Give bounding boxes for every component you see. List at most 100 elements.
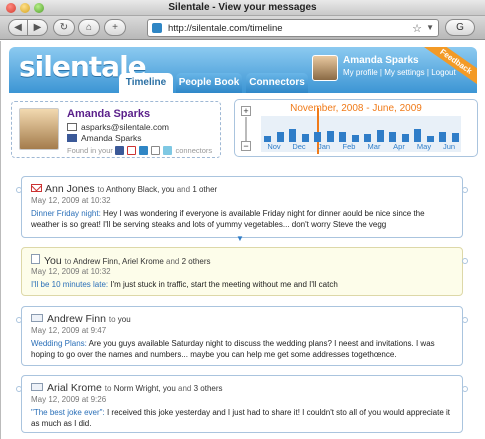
expand-arrow-icon[interactable]: ▼ <box>236 234 244 243</box>
month-label[interactable]: Nov <box>264 142 284 151</box>
browser-toolbar: ◀ ▶ ↻ ⌂ + http://silentale.com/timeline … <box>0 16 485 40</box>
timeline-dot <box>16 317 22 323</box>
user-avatar[interactable] <box>312 55 338 81</box>
month-label[interactable]: Jan <box>314 142 334 151</box>
forward-button[interactable]: ▶ <box>28 19 48 36</box>
to-label: to <box>108 315 116 324</box>
address-bar[interactable]: http://silentale.com/timeline ☆ ▼ <box>147 19 439 37</box>
facebook-connector-icon[interactable] <box>114 146 124 155</box>
month-label[interactable]: Dec <box>289 142 309 151</box>
message-preview: Wedding Plans: Are you guys available Sa… <box>31 338 454 360</box>
my-settings-link[interactable]: My settings <box>384 68 424 77</box>
message-body: I'm just stuck in traffic, start the mee… <box>110 280 338 289</box>
add-bookmark-button[interactable]: + <box>104 19 126 36</box>
user-links: My profile | My settings | Logout <box>343 68 456 77</box>
logout-link[interactable]: Logout <box>431 68 455 77</box>
feed-item-header: Andrew Finn to you <box>31 313 131 325</box>
profile-facebook[interactable]: Amanda Sparks <box>81 133 141 143</box>
to-label: to <box>64 257 72 266</box>
profile-avatar <box>19 108 59 150</box>
and-label: and <box>176 185 191 194</box>
bookmark-star-icon[interactable]: ☆ <box>412 22 422 35</box>
timeline-activity-chart[interactable]: Nov Dec Jan Feb Mar Apr May Jun <box>261 108 461 154</box>
feedback-ribbon[interactable]: Feedback <box>423 47 477 87</box>
recipients[interactable]: you <box>118 315 131 324</box>
mail-icon <box>31 314 43 322</box>
facebook-icon <box>67 134 77 142</box>
sender-name[interactable]: You <box>44 255 62 267</box>
profile-email[interactable]: asparks@silentale.com <box>81 122 169 132</box>
activity-bar[interactable] <box>327 131 334 142</box>
timeline-zoom-in-button[interactable]: + <box>241 106 251 116</box>
activity-bar[interactable] <box>377 130 384 142</box>
profile-name[interactable]: Amanda Sparks <box>67 108 150 120</box>
activity-bar[interactable] <box>277 132 284 142</box>
feed-item[interactable]: You to Andrew Finn, Ariel Krome and 2 ot… <box>21 247 468 296</box>
window-titlebar: Silentale - View your messages <box>0 0 485 16</box>
tab-people-book[interactable]: People Book <box>176 73 242 93</box>
activity-bar[interactable] <box>452 133 459 142</box>
notes-connector-icon[interactable] <box>151 146 161 155</box>
url-text: http://silentale.com/timeline <box>168 23 283 34</box>
and-label: and <box>166 257 180 266</box>
message-preview: I'll be 10 minutes late: I'm just stuck … <box>31 279 454 290</box>
recipients[interactable]: Andrew Finn, Ariel Krome <box>73 257 164 266</box>
recipients[interactable]: Anthony Black, you <box>106 185 174 194</box>
note-icon <box>31 254 40 264</box>
others-link[interactable]: 1 other <box>192 185 217 194</box>
timeline-dot <box>16 187 22 193</box>
message-subject[interactable]: "The best joke ever": <box>31 408 105 417</box>
message-subject[interactable]: Dinner Friday night: <box>31 209 101 218</box>
tab-connectors[interactable]: Connectors <box>246 73 308 93</box>
timeline-zoom-slider[interactable] <box>245 117 247 141</box>
activity-bar[interactable] <box>439 132 446 142</box>
header-user-name: Amanda Sparks <box>343 55 419 66</box>
activity-bar[interactable] <box>314 132 321 142</box>
profile-email-row: asparks@silentale.com <box>67 122 169 132</box>
sender-name[interactable]: Arial Krome <box>47 382 102 394</box>
activity-bar[interactable] <box>402 134 409 142</box>
month-label[interactable]: May <box>414 142 434 151</box>
activity-bar[interactable] <box>364 134 371 142</box>
tab-timeline[interactable]: Timeline <box>119 73 173 93</box>
activity-bar[interactable] <box>389 132 396 142</box>
activity-bar[interactable] <box>352 135 359 142</box>
search-engine-button[interactable]: G <box>445 19 475 36</box>
message-preview: "The best joke ever": I received this jo… <box>31 407 454 429</box>
feed-item[interactable]: Ann Jones to Anthony Black, you and 1 ot… <box>16 176 468 243</box>
window-title: Silentale - View your messages <box>168 2 317 13</box>
others-link[interactable]: 2 others <box>182 257 211 266</box>
others-link[interactable]: 3 others <box>194 384 223 393</box>
month-label[interactable]: Apr <box>389 142 409 151</box>
sender-name[interactable]: Andrew Finn <box>47 313 106 325</box>
month-label[interactable]: Feb <box>339 142 359 151</box>
activity-bar[interactable] <box>302 134 309 142</box>
activity-bar[interactable] <box>414 129 421 142</box>
month-label[interactable]: Mar <box>364 142 384 151</box>
linkedin-connector-icon[interactable] <box>139 146 149 155</box>
url-dropdown-icon[interactable]: ▼ <box>426 23 434 32</box>
page-content: silentale Timeline People Book Connector… <box>0 41 485 439</box>
found-in-connectors: Found in your connectors <box>67 146 212 155</box>
month-label[interactable]: Jun <box>439 142 459 151</box>
activity-bar[interactable] <box>339 132 346 142</box>
mail-icon <box>67 123 77 131</box>
twitter-connector-icon[interactable] <box>163 146 173 155</box>
timeline-zoom-out-button[interactable]: − <box>241 141 251 151</box>
back-button[interactable]: ◀ <box>8 19 28 36</box>
message-date: May 12, 2009 at 10:32 <box>31 196 111 205</box>
gmail-connector-icon[interactable] <box>127 146 137 155</box>
mail-icon <box>31 383 43 391</box>
feed-item[interactable]: Andrew Finn to you May 12, 2009 at 9:47 … <box>16 306 468 366</box>
recipients[interactable]: Norm Wright, you <box>114 384 176 393</box>
sender-name[interactable]: Ann Jones <box>45 183 95 195</box>
gmail-icon <box>31 184 42 192</box>
home-button[interactable]: ⌂ <box>78 19 100 36</box>
message-subject[interactable]: I'll be 10 minutes late: <box>31 280 108 289</box>
feed-item[interactable]: Arial Krome to Norm Wright, you and 3 ot… <box>16 375 468 433</box>
to-label: to <box>104 384 112 393</box>
activity-bar[interactable] <box>289 129 296 142</box>
reload-button[interactable]: ↻ <box>53 19 75 36</box>
message-subject[interactable]: Wedding Plans: <box>31 339 87 348</box>
my-profile-link[interactable]: My profile <box>343 68 378 77</box>
